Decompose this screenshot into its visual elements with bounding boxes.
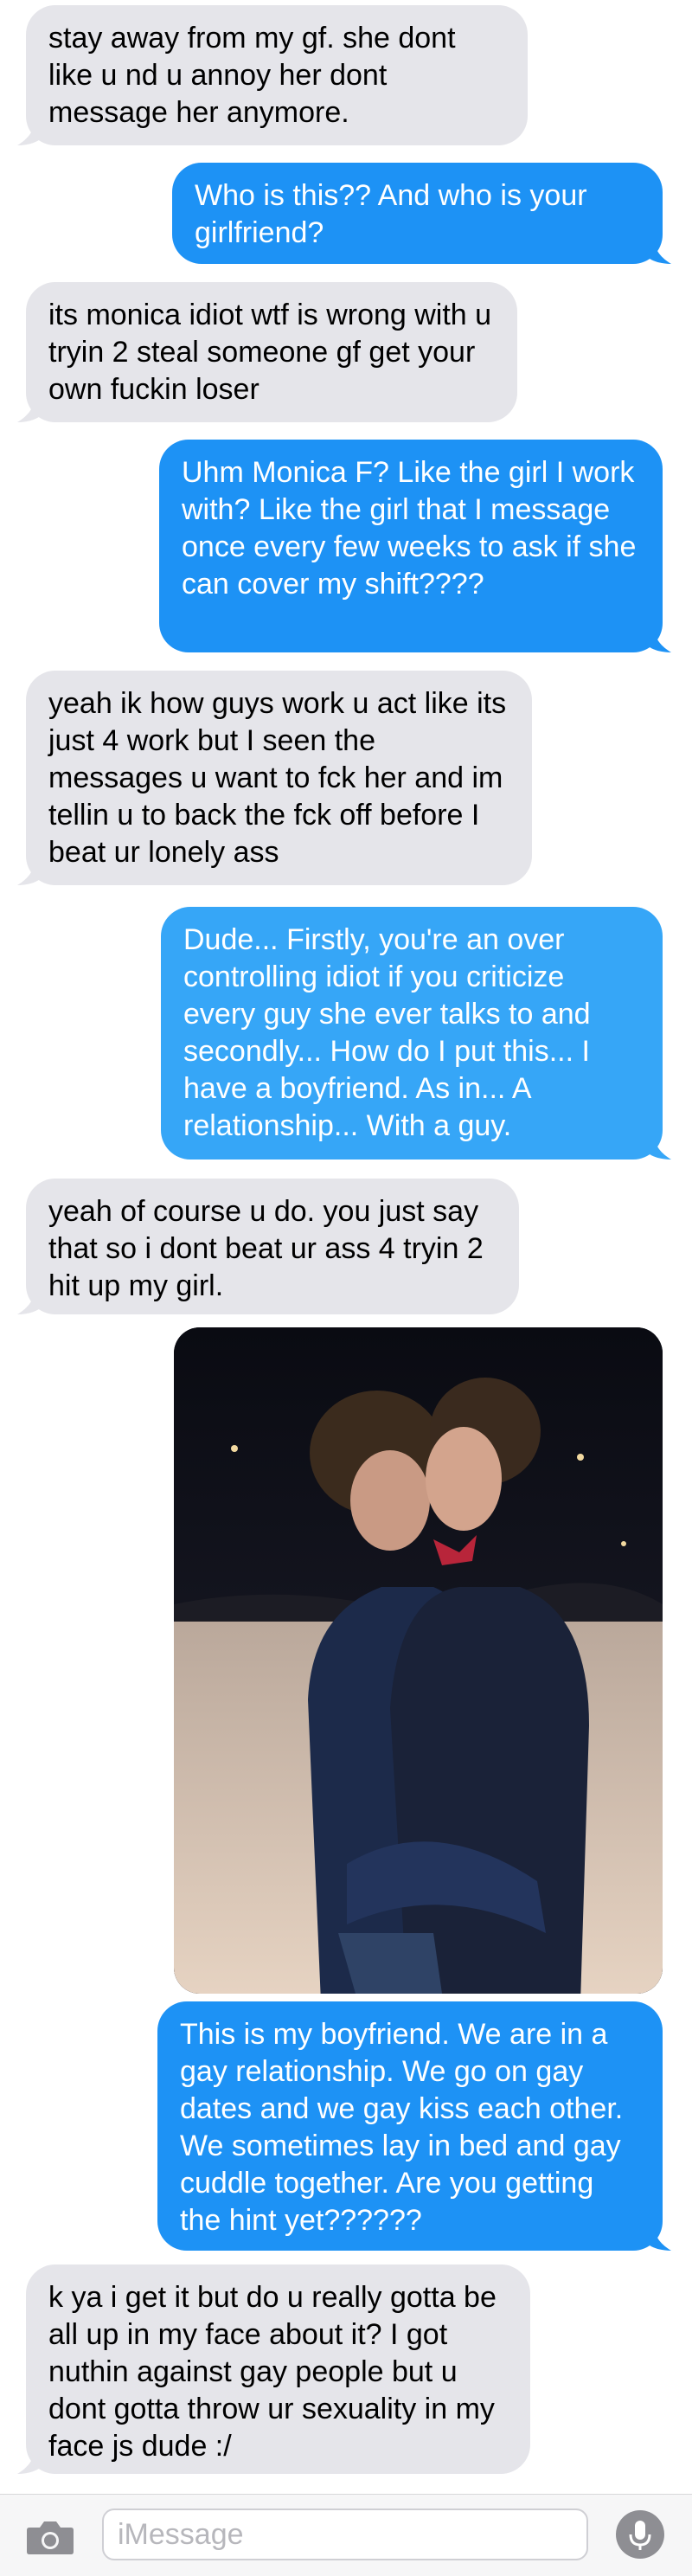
incoming-message[interactable]: yeah of course u do. you just say that s… [26,1179,519,1314]
bubble-tail [645,2228,671,2251]
outgoing-message[interactable]: This is my boyfriend. We are in a gay re… [157,2001,663,2251]
bubble-tail [17,863,43,885]
bubble-tail [645,630,671,652]
microphone-icon [629,2521,651,2550]
bubble-tail [17,123,43,145]
outgoing-message[interactable]: Who is this?? And who is your girlfriend… [172,163,663,264]
imessage-input[interactable]: iMessage [102,2509,588,2560]
photo-image [174,1327,663,1994]
bubble-tail [17,1292,43,1314]
incoming-message[interactable]: its monica idiot wtf is wrong with u try… [26,282,517,422]
incoming-message[interactable]: k ya i get it but do u really gotta be a… [26,2264,530,2474]
microphone-button[interactable] [616,2510,664,2559]
bubble-tail [17,2451,43,2474]
incoming-message[interactable]: stay away from my gf. she dont like u nd… [26,5,528,145]
outgoing-message[interactable]: Dude... Firstly, you're an over controll… [161,907,663,1160]
bubble-tail [17,400,43,422]
message-input-bar: iMessage [0,2494,692,2576]
photo-message[interactable] [174,1327,663,1994]
camera-icon[interactable] [26,2519,74,2555]
bubble-tail [645,241,671,264]
bubble-tail [645,1137,671,1160]
outgoing-message[interactable]: Uhm Monica F? Like the girl I work with?… [159,440,663,652]
incoming-message[interactable]: yeah ik how guys work u act like its jus… [26,671,532,885]
